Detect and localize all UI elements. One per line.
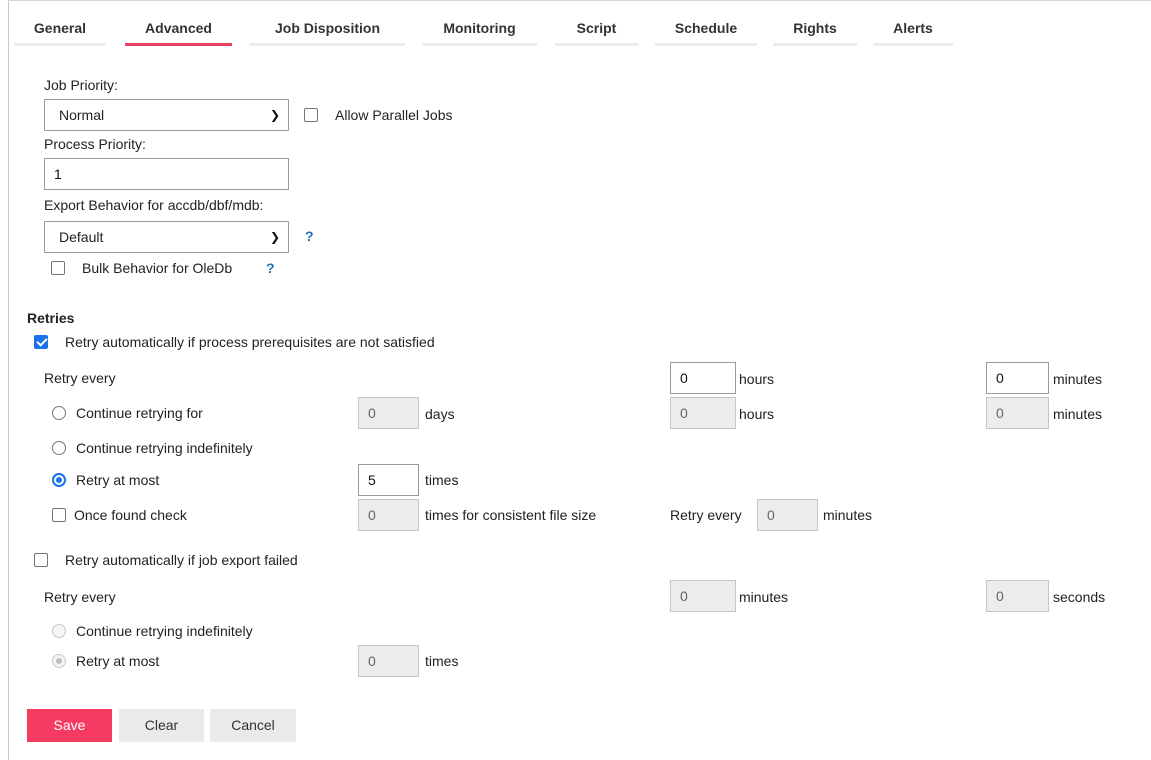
export-behavior-label: Export Behavior for accdb/dbf/mdb: <box>44 197 264 213</box>
once-retry-every-input[interactable]: 0 <box>757 499 818 531</box>
process-priority-label: Process Priority: <box>44 136 146 152</box>
once-retry-every-label: Retry every <box>670 507 742 523</box>
prereq-retry-checkbox[interactable] <box>34 335 48 349</box>
indefinitely-radio[interactable] <box>52 441 66 455</box>
continue-for-label: Continue retrying for <box>76 405 203 421</box>
bulk-behavior-help-icon[interactable]: ? <box>266 260 275 276</box>
export-retry-checkbox[interactable] <box>34 553 48 567</box>
allow-parallel-label: Allow Parallel Jobs <box>335 107 453 123</box>
clear-button[interactable]: Clear <box>119 709 204 742</box>
once-found-input[interactable]: 0 <box>358 499 419 531</box>
tab-monitoring[interactable]: Monitoring <box>422 8 537 46</box>
at-most-radio[interactable] <box>52 473 66 487</box>
export-at-most-input[interactable]: 0 <box>358 645 419 677</box>
process-priority-input[interactable]: 1 <box>44 158 289 190</box>
job-priority-value: Normal <box>59 107 105 123</box>
bulk-behavior-label: Bulk Behavior for OleDb <box>82 260 233 276</box>
tab-job-disposition[interactable]: Job Disposition <box>250 8 405 46</box>
tab-schedule[interactable]: Schedule <box>655 8 757 46</box>
export-behavior-help-icon[interactable]: ? <box>305 228 314 244</box>
chevron-down-icon: ❯ <box>269 108 280 122</box>
export-minutes-input[interactable]: 0 <box>670 580 736 612</box>
export-indefinitely-label: Continue retrying indefinitely <box>76 623 253 639</box>
indefinitely-label: Continue retrying indefinitely <box>76 440 253 456</box>
retry-every-minutes-unit: minutes <box>1053 371 1103 387</box>
at-most-label: Retry at most <box>76 472 160 488</box>
tab-bar: General Advanced Job Disposition Monitor… <box>0 0 1151 48</box>
continue-hours-input[interactable]: 0 <box>670 397 736 429</box>
retry-every-minutes-input[interactable]: 0 <box>986 362 1049 394</box>
export-at-most-label: Retry at most <box>76 653 160 669</box>
continue-days-input[interactable]: 0 <box>358 397 419 429</box>
once-found-label: Once found check <box>74 507 187 523</box>
continue-days-unit: days <box>425 406 455 422</box>
retry-every-label: Retry every <box>44 370 116 386</box>
at-most-input[interactable]: 5 <box>358 464 419 496</box>
retry-every-hours-input[interactable]: 0 <box>670 362 736 394</box>
continue-minutes-unit: minutes <box>1053 406 1103 422</box>
export-indefinitely-radio[interactable] <box>52 624 66 638</box>
export-retry-label: Retry automatically if job export failed <box>65 552 298 568</box>
job-priority-label: Job Priority: <box>44 77 118 93</box>
retries-title: Retries <box>27 310 75 326</box>
export-seconds-input[interactable]: 0 <box>986 580 1049 612</box>
cancel-button[interactable]: Cancel <box>210 709 296 742</box>
frame-left-border <box>8 0 9 760</box>
export-behavior-select[interactable]: Default ❯ <box>44 221 289 253</box>
at-most-unit: times <box>425 472 459 488</box>
export-at-most-radio[interactable] <box>52 654 66 668</box>
job-priority-select[interactable]: Normal ❯ <box>44 99 289 131</box>
tab-script[interactable]: Script <box>555 8 638 46</box>
export-at-most-unit: times <box>425 653 459 669</box>
continue-for-radio[interactable] <box>52 406 66 420</box>
tab-advanced[interactable]: Advanced <box>125 8 232 46</box>
tab-rights[interactable]: Rights <box>773 8 857 46</box>
continue-hours-unit: hours <box>739 406 775 422</box>
consistent-size-unit: times for consistent file size <box>425 507 597 523</box>
tab-alerts[interactable]: Alerts <box>873 8 953 46</box>
export-behavior-value: Default <box>59 229 104 245</box>
continue-minutes-input[interactable]: 0 <box>986 397 1049 429</box>
once-retry-minutes-unit: minutes <box>823 507 873 523</box>
save-button[interactable]: Save <box>27 709 112 742</box>
tab-general[interactable]: General <box>14 8 106 46</box>
chevron-down-icon: ❯ <box>269 230 280 244</box>
export-retry-every-label: Retry every <box>44 589 116 605</box>
prereq-retry-label: Retry automatically if process prerequis… <box>65 334 435 350</box>
once-found-checkbox[interactable] <box>52 508 66 522</box>
retry-every-hours-unit: hours <box>739 371 775 387</box>
export-seconds-unit: seconds <box>1053 589 1106 605</box>
bulk-behavior-checkbox[interactable] <box>51 261 65 275</box>
allow-parallel-checkbox[interactable] <box>304 108 318 122</box>
export-minutes-unit: minutes <box>739 589 789 605</box>
